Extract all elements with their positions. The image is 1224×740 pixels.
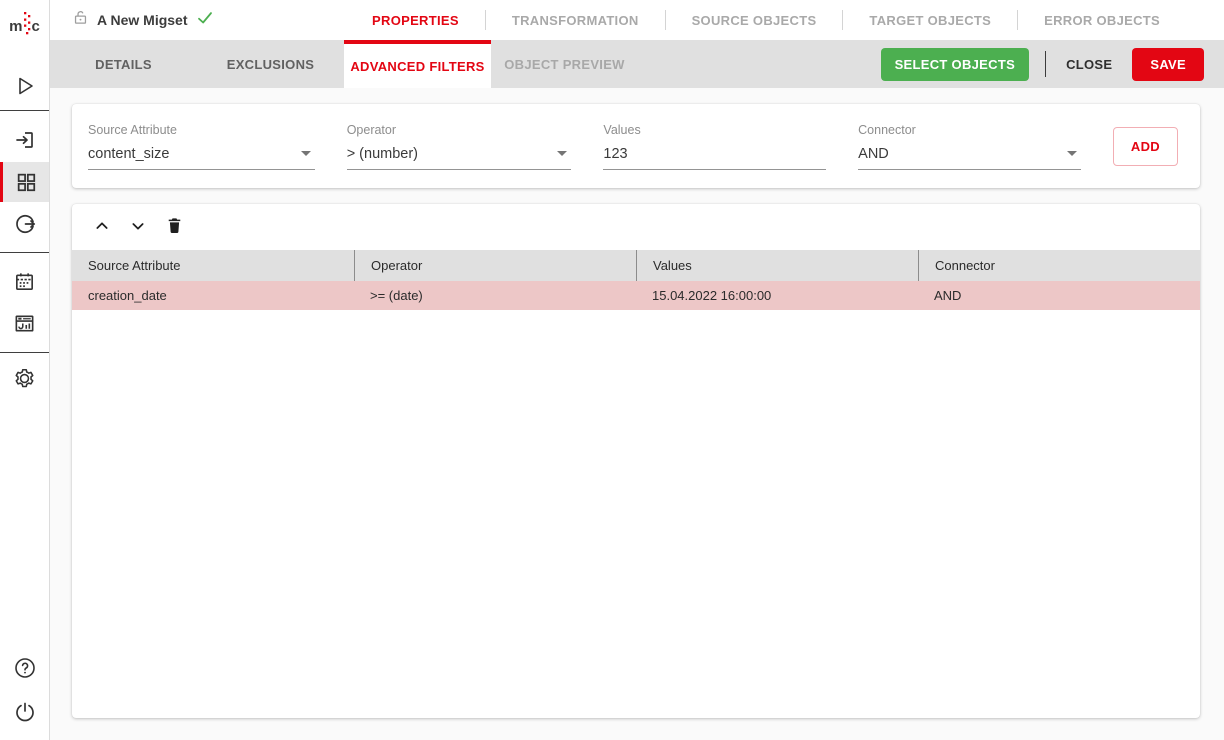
cell-values: 15.04.2022 16:00:00 <box>636 281 918 310</box>
column-header-source-attribute[interactable]: Source Attribute <box>72 250 354 281</box>
import-source-icon <box>13 128 37 152</box>
filters-table-card: Source Attribute Operator Values Connect… <box>72 204 1200 718</box>
chevron-down-icon <box>1067 151 1077 156</box>
sidebar-item-logout[interactable] <box>0 692 49 732</box>
sidebar-item-settings[interactable] <box>0 358 49 398</box>
connector-field: Connector AND <box>858 123 1081 170</box>
delete-trash-icon <box>165 216 184 238</box>
logo-letter-left: m <box>9 18 22 35</box>
sub-tab-actions: SELECT OBJECTS CLOSE SAVE <box>881 40 1224 88</box>
run-icon <box>13 74 37 98</box>
connector-select[interactable]: AND <box>858 146 1081 170</box>
chevron-down-icon <box>301 151 311 156</box>
sidebar-item-migration-sets[interactable] <box>0 162 49 202</box>
delete-button[interactable] <box>156 209 192 245</box>
tab-object-preview[interactable]: OBJECT PREVIEW <box>491 40 638 88</box>
sidebar-item-exporters[interactable] <box>0 204 49 244</box>
source-attribute-label: Source Attribute <box>88 123 315 137</box>
operator-label: Operator <box>347 123 572 137</box>
actions-divider <box>1045 51 1046 77</box>
connector-value: AND <box>858 146 889 162</box>
logo-dots <box>24 11 31 41</box>
column-header-values[interactable]: Values <box>636 250 918 281</box>
column-header-operator[interactable]: Operator <box>354 250 636 281</box>
sidebar-divider <box>0 110 49 111</box>
sidebar-divider <box>0 252 49 253</box>
operator-value: > (number) <box>347 146 418 162</box>
top-navigation: PROPERTIES TRANSFORMATION SOURCE OBJECTS… <box>346 10 1186 30</box>
main-content: Source Attribute content_size Operator >… <box>50 88 1224 740</box>
check-icon <box>196 9 214 32</box>
sidebar-divider <box>0 352 49 353</box>
table-row[interactable]: creation_date >= (date) 15.04.2022 16:00… <box>72 281 1200 310</box>
save-button[interactable]: SAVE <box>1132 48 1204 81</box>
close-button[interactable]: CLOSE <box>1062 48 1116 81</box>
export-target-icon <box>13 212 37 236</box>
source-attribute-value: content_size <box>88 146 169 162</box>
column-header-connector[interactable]: Connector <box>918 250 1200 281</box>
move-down-icon <box>130 218 146 237</box>
cell-operator: >= (date) <box>354 281 636 310</box>
tab-advanced-filters[interactable]: ADVANCED FILTERS <box>344 40 491 88</box>
filter-form-card: Source Attribute content_size Operator >… <box>72 104 1200 188</box>
chevron-down-icon <box>557 151 567 156</box>
sidebar-item-run[interactable] <box>0 66 49 106</box>
scheduler-calendar-icon <box>13 270 36 293</box>
help-icon <box>13 656 37 680</box>
move-down-button[interactable] <box>120 209 156 245</box>
move-up-button[interactable] <box>84 209 120 245</box>
tab-transformation[interactable]: TRANSFORMATION <box>486 13 665 28</box>
settings-gear-icon <box>12 366 37 391</box>
cell-connector: AND <box>918 281 1200 310</box>
values-label: Values <box>603 123 826 137</box>
migration-center-logo: mc <box>0 0 49 52</box>
values-field: Values 123 <box>603 123 826 170</box>
source-attribute-select[interactable]: content_size <box>88 146 315 170</box>
migset-title: A New Migset <box>97 12 188 28</box>
operator-field: Operator > (number) <box>347 123 572 170</box>
sidebar-item-scheduler[interactable] <box>0 261 49 301</box>
tab-details[interactable]: DETAILS <box>50 40 197 88</box>
sidebar-item-importers[interactable] <box>0 120 49 160</box>
tab-error-objects[interactable]: ERROR OBJECTS <box>1018 13 1186 28</box>
move-up-icon <box>94 218 110 237</box>
add-button[interactable]: ADD <box>1113 127 1178 166</box>
tab-exclusions[interactable]: EXCLUSIONS <box>197 40 344 88</box>
tab-target-objects[interactable]: TARGET OBJECTS <box>843 13 1017 28</box>
grid-toolbar <box>72 204 1200 250</box>
logo-letter-right: c <box>32 18 40 35</box>
unlocked-padlock-icon <box>72 9 89 31</box>
operator-select[interactable]: > (number) <box>347 146 572 170</box>
jobs-report-icon <box>13 312 36 335</box>
sidebar-item-jobs-report[interactable] <box>0 303 49 343</box>
top-bar: A New Migset PROPERTIES TRANSFORMATION S… <box>50 0 1224 40</box>
logout-power-icon <box>13 700 37 724</box>
tab-properties[interactable]: PROPERTIES <box>346 13 485 28</box>
values-value: 123 <box>603 146 627 162</box>
connector-label: Connector <box>858 123 1081 137</box>
values-input[interactable]: 123 <box>603 146 826 170</box>
sidebar-item-help[interactable] <box>0 648 49 688</box>
sub-tab-bar: DETAILS EXCLUSIONS ADVANCED FILTERS OBJE… <box>50 40 1224 88</box>
source-attribute-field: Source Attribute content_size <box>88 123 315 170</box>
migset-title-group: A New Migset <box>72 9 214 32</box>
select-objects-button[interactable]: SELECT OBJECTS <box>881 48 1030 81</box>
table-header-row: Source Attribute Operator Values Connect… <box>72 250 1200 281</box>
migration-sets-grid-icon <box>15 171 37 193</box>
app-sidebar: mc <box>0 0 50 740</box>
cell-source-attribute: creation_date <box>72 281 354 310</box>
tab-source-objects[interactable]: SOURCE OBJECTS <box>666 13 843 28</box>
